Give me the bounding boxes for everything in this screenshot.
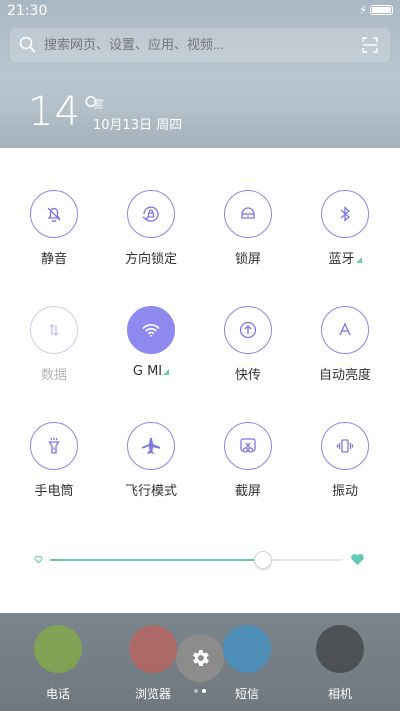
toggle-screenshot[interactable]: 截屏: [208, 422, 288, 522]
lightning-icon: ⚡: [359, 3, 368, 17]
dock-app-camera[interactable]: 相机: [300, 613, 380, 703]
wifi-icon: [127, 306, 175, 354]
toggle-silent[interactable]: 静音: [14, 190, 94, 290]
toggle-label: 快传: [234, 368, 261, 383]
dock-app-phone[interactable]: 电话: [18, 613, 98, 703]
battery-icon: [370, 5, 393, 15]
status-time: 21:30: [7, 3, 48, 19]
flashlight-icon: [30, 422, 78, 470]
search-icon: [19, 36, 36, 53]
toggle-label: 飞行模式: [124, 484, 177, 499]
toggle-label: 方向锁定: [124, 252, 177, 267]
toggle-wifi[interactable]: G MI: [111, 306, 191, 406]
bell-off-icon: [30, 190, 78, 238]
dock-app-label: 相机: [327, 687, 352, 701]
toggle-mobile-data[interactable]: 数据: [14, 306, 94, 406]
camera-icon: [316, 625, 364, 673]
brightness-thumb[interactable]: [254, 551, 273, 569]
brightness-slider[interactable]: [34, 551, 366, 569]
rotation-lock-icon: [127, 190, 175, 238]
messages-icon: [223, 625, 271, 673]
search-bar[interactable]: [10, 28, 390, 62]
settings-button[interactable]: [176, 634, 224, 682]
page-dot-current: [202, 689, 206, 693]
quick-transfer-icon: [224, 306, 272, 354]
browser-icon: [129, 625, 177, 673]
weather-date: 10月13日 周四: [93, 118, 183, 133]
page-indicator: [194, 689, 208, 693]
toggle-label: 锁屏: [234, 252, 261, 267]
toggle-label: 数据: [40, 368, 67, 383]
toggle-label: 自动亮度: [318, 368, 371, 383]
gear-icon: [193, 650, 209, 666]
toggle-lock-screen[interactable]: 锁屏: [208, 190, 288, 290]
wallpaper: [0, 0, 400, 170]
dock-app-label: 电话: [45, 687, 70, 701]
heart-large-icon: [351, 553, 364, 566]
more-indicator: [163, 369, 170, 375]
toggle-label: 手电筒: [34, 484, 74, 499]
toggle-quick-transfer[interactable]: 快传: [208, 306, 288, 406]
toggle-vibrate[interactable]: 振动: [305, 422, 385, 522]
vibrate-icon: [321, 422, 369, 470]
toggle-rotation-lock[interactable]: 方向锁定: [111, 190, 191, 290]
toggle-label: 截屏: [234, 484, 261, 499]
status-bar: 21:30 ⚡: [0, 0, 400, 22]
phone-icon: [34, 625, 82, 673]
search-input[interactable]: [44, 37, 344, 52]
toggle-flashlight[interactable]: 手电筒: [14, 422, 94, 522]
screenshot-icon: [224, 422, 272, 470]
toggle-label: 蓝牙: [295, 248, 395, 267]
toggle-bluetooth[interactable]: 蓝牙: [305, 190, 385, 290]
auto-brightness-icon: [321, 306, 369, 354]
dock-app-label: 浏览器: [134, 687, 171, 701]
toggle-label: G MI: [101, 364, 201, 379]
toggle-label: 振动: [331, 484, 358, 499]
mobile-data-icon: [30, 306, 78, 354]
weather-temperature[interactable]: 14°: [28, 89, 102, 135]
weather-condition: 雾: [93, 98, 104, 111]
toggle-label: 静音: [40, 252, 67, 267]
heart-small-icon: [34, 555, 43, 564]
scan-icon[interactable]: [362, 37, 378, 53]
bluetooth-icon: [321, 190, 369, 238]
toggle-auto-brightness[interactable]: 自动亮度: [305, 306, 385, 406]
dock-app-label: 短信: [234, 687, 259, 701]
control-center-panel: 静音 方向锁定 锁屏 蓝牙 数据 G MI 快传 自动亮度 手电筒 飞行模式 截…: [0, 148, 400, 613]
lock-icon: [224, 190, 272, 238]
page-dot: [194, 689, 198, 693]
toggle-airplane-mode[interactable]: 飞行模式: [111, 422, 191, 522]
brightness-fill: [50, 559, 264, 561]
airplane-icon: [127, 422, 175, 470]
more-indicator: [355, 257, 362, 263]
